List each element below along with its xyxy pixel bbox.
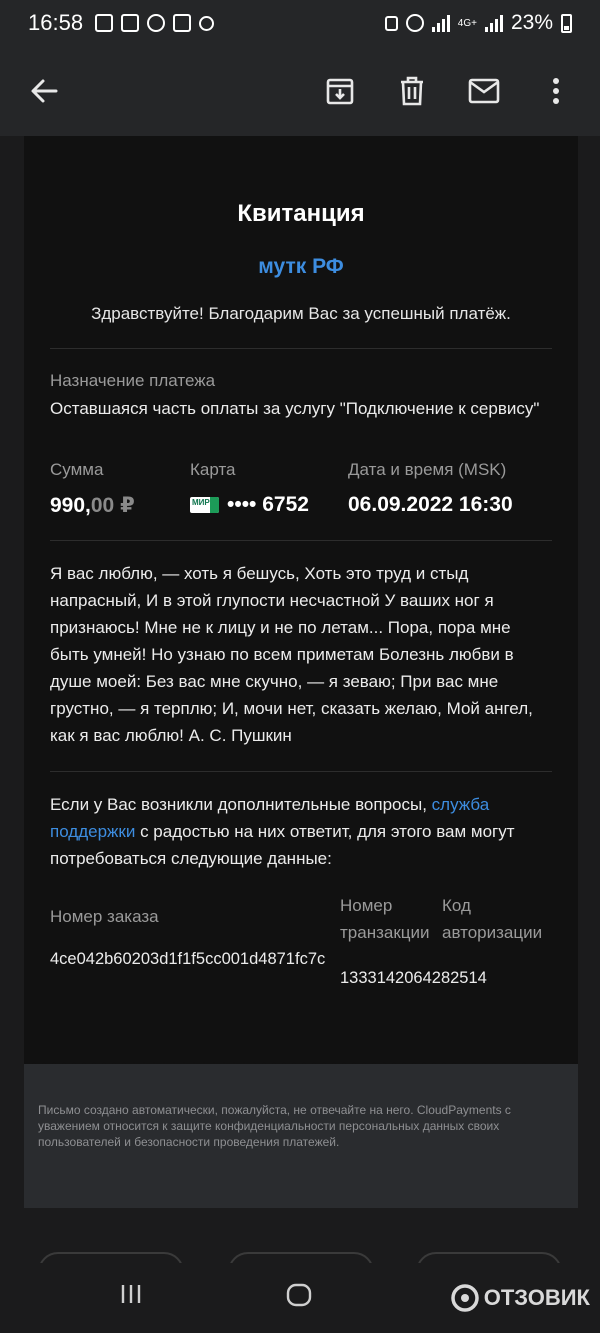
greeting-text: Здравствуйте! Благодарим Вас за успешный… (91, 304, 511, 323)
back-button[interactable] (24, 71, 64, 111)
delete-button[interactable] (392, 71, 432, 111)
messenger-icon (147, 14, 166, 32)
notification-icons (95, 14, 215, 32)
app-notification-icon (121, 14, 140, 32)
wifi-signal-icon (431, 14, 450, 32)
support-text-before: Если у Вас возникли дополнительные вопро… (50, 795, 432, 814)
divider (50, 540, 552, 541)
order-value: 4ce042b60203d1f1f5cc001d4871fc7c (50, 950, 326, 968)
payment-summary: Сумма 990,00 ₽ Карта МИР •••• 6752 Дата и… (50, 460, 552, 518)
status-time: 16:58 (28, 10, 84, 35)
otzovik-logo-icon (450, 1284, 479, 1312)
datetime-label: Дата и время (MSK) (348, 460, 507, 479)
card-value: МИР •••• 6752 (190, 493, 348, 517)
search-notification-icon (199, 15, 215, 31)
transaction-column: Номер транзакции 1333142064282514 (340, 892, 487, 992)
battery-percent: 23% (510, 11, 553, 34)
payment-ids-table: Номер заказа 4ce042b60203d1f1f5cc001d487… (50, 892, 552, 992)
amount-block: Сумма 990,00 ₽ (50, 460, 190, 518)
watermark-text: ОТЗОВИК (483, 1285, 590, 1310)
more-options-button[interactable] (536, 71, 576, 111)
support-text: Если у Вас возникли дополнительные вопро… (50, 791, 552, 872)
footer-note: Письмо создано автоматически, пожалуйста… (38, 1103, 511, 1149)
card-brand: МИР (192, 498, 210, 508)
mir-card-icon: МИР (190, 497, 219, 514)
recent-apps-icon (121, 1285, 141, 1303)
otzovik-watermark: ОТЗОВИК (450, 1283, 590, 1313)
custom-message: Я вас люблю, — хоть я бешусь, Хоть это т… (50, 564, 533, 745)
datetime-value: 06.09.2022 16:30 (348, 493, 513, 516)
divider (50, 771, 552, 772)
transaction-value: 1333142064282514 (340, 969, 487, 987)
transaction-label: Номер транзакции (340, 896, 430, 942)
purpose-value: Оставшаяся часть оплаты за услугу "Подкл… (50, 399, 540, 418)
archive-icon (326, 78, 354, 105)
amount-main: 990, (50, 494, 91, 517)
email-footer: Письмо создано автоматически, пожалуйста… (24, 1064, 578, 1208)
card-label: Карта (190, 460, 236, 479)
card-block: Карта МИР •••• 6752 (190, 460, 348, 518)
order-column: Номер заказа 4ce042b60203d1f1f5cc001d487… (50, 892, 340, 973)
purpose-label: Назначение платежа (50, 371, 216, 390)
trash-icon (401, 76, 423, 106)
network-type: 4G+ (457, 17, 477, 29)
datetime-block: Дата и время (MSK) 06.09.2022 16:30 (348, 460, 513, 518)
recent-apps-button[interactable] (120, 1283, 142, 1310)
mark-unread-button[interactable] (464, 71, 504, 111)
gallery-icon (173, 14, 192, 32)
merchant-name: мутк РФ (258, 255, 344, 278)
more-vertical-icon (553, 78, 559, 104)
auth-column: Код авторизации (442, 892, 552, 946)
order-label: Номер заказа (50, 907, 159, 926)
auth-label: Код авторизации (442, 896, 543, 942)
home-button[interactable] (286, 1283, 312, 1312)
lock-icon (384, 15, 398, 31)
amount-cents: 00 ₽ (90, 494, 135, 517)
system-icons: 4G+ 23% (384, 11, 572, 35)
gmail-icon (95, 14, 114, 32)
battery-icon (561, 13, 572, 33)
amount-label: Сумма (50, 460, 104, 479)
archive-button[interactable] (320, 71, 360, 111)
arrow-left-icon (31, 79, 58, 103)
card-number: •••• 6752 (227, 493, 309, 516)
receipt-title: Квитанция (237, 200, 365, 227)
status-bar: 16:58 4G+ 23% (0, 0, 600, 46)
cell-signal-icon (484, 14, 503, 32)
email-toolbar (0, 46, 600, 136)
receipt-card: Квитанция мутк РФ Здравствуйте! Благодар… (24, 136, 578, 1064)
divider (50, 348, 552, 349)
mail-icon (468, 78, 500, 104)
alarm-icon (405, 14, 424, 32)
home-icon (286, 1283, 312, 1307)
amount-value: 990,00 ₽ (50, 493, 190, 518)
